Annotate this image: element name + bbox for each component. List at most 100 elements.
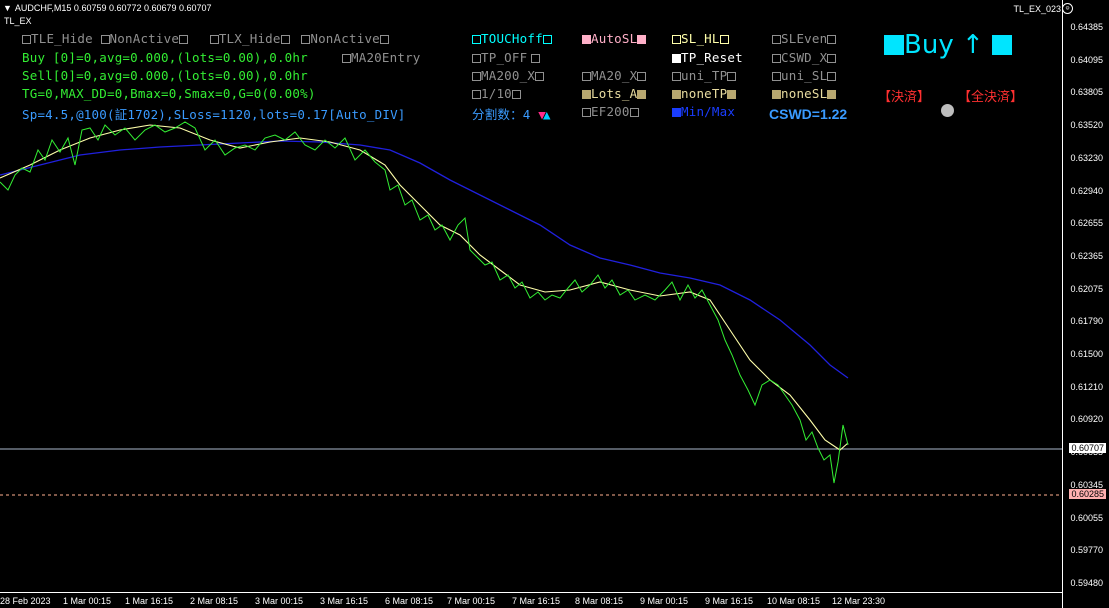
- checkbox-icon: [582, 90, 591, 99]
- one-tenth-button[interactable]: 1/10: [472, 86, 521, 101]
- uni-tp-button[interactable]: uni_TP: [672, 68, 737, 83]
- checkbox-icon: [772, 54, 781, 63]
- checkbox-icon: [727, 72, 737, 81]
- price-tick-label: 0.64385: [1070, 22, 1103, 32]
- ma20-line: [0, 124, 849, 451]
- price-tick-label: 0.62075: [1070, 283, 1103, 294]
- settle-button[interactable]: 【決済】: [878, 86, 930, 105]
- checkbox-icon[interactable]: [100, 35, 110, 44]
- checkbox-icon[interactable]: [22, 35, 31, 44]
- ma20entry-toggle[interactable]: MA20Entry: [342, 50, 421, 65]
- checkbox-icon[interactable]: [301, 35, 311, 44]
- checkbox-icon: [827, 54, 837, 63]
- checkbox-icon: [772, 72, 781, 81]
- tlx-hide[interactable]: TLX_Hide: [219, 31, 281, 46]
- panel-row1: TLE_Hide NonActive TLX_Hide NonActive: [22, 31, 389, 46]
- checkbox-icon[interactable]: [379, 35, 389, 44]
- time-tick-label: 7 Mar 00:15: [447, 596, 496, 606]
- checkbox-icon: [719, 35, 729, 44]
- cswd-x-button[interactable]: CSWD_X: [772, 50, 837, 65]
- price-tick-label: 0.63805: [1070, 87, 1103, 98]
- cswd-value: CSWD=1.22: [769, 106, 848, 122]
- time-tick-label: 6 Mar 08:15: [385, 596, 434, 606]
- ef200-button[interactable]: EF200: [582, 104, 639, 119]
- price-tick-label: 0.59770: [1070, 545, 1103, 556]
- checkbox-icon: [637, 72, 647, 81]
- checkbox-icon: [672, 108, 681, 117]
- nonactive-1[interactable]: NonActive: [110, 31, 180, 46]
- time-tick-label: 28 Feb 2023: [0, 596, 51, 606]
- uni-sl-button[interactable]: uni_SL: [772, 68, 837, 83]
- sp-status: Sp=4.5,@100(証1702),SLoss=1120,lots=0.17[…: [22, 107, 406, 122]
- time-tick-label: 9 Mar 00:15: [640, 596, 689, 606]
- price-line: [0, 121, 849, 484]
- none-tp-button[interactable]: noneTP: [672, 86, 737, 101]
- touch-off-button[interactable]: TOUCHoff: [472, 31, 552, 46]
- time-tick-label: 7 Mar 16:15: [512, 596, 561, 606]
- minmax-button[interactable]: Min/Max: [672, 104, 735, 119]
- checkbox-icon: [727, 90, 737, 99]
- checkbox-icon: [672, 72, 681, 81]
- none-sl-button[interactable]: noneSL: [772, 86, 837, 101]
- checkbox-icon: [542, 35, 552, 44]
- checkbox-icon: [637, 35, 647, 44]
- time-tick-label: 1 Mar 16:15: [125, 596, 174, 606]
- price-tick-label: 0.61790: [1070, 316, 1103, 327]
- autosl-button[interactable]: AutoSL: [582, 31, 647, 46]
- checkbox-icon: [511, 90, 521, 99]
- price-tick-label: 0.60055: [1070, 512, 1103, 523]
- checkbox-icon: [672, 54, 681, 63]
- checkbox-icon: [531, 54, 541, 63]
- price-tick-label: 0.61210: [1070, 381, 1103, 392]
- lots-a-button[interactable]: Lots_A: [582, 86, 647, 101]
- square-icon: [884, 35, 904, 55]
- checkbox-icon[interactable]: [179, 35, 189, 44]
- time-tick-label: 2 Mar 08:15: [190, 596, 239, 606]
- checkbox-icon: [772, 35, 781, 44]
- time-tick-label: 12 Mar 23:30: [832, 596, 886, 606]
- checkbox-icon: [672, 90, 681, 99]
- checkbox-icon: [582, 108, 591, 117]
- checkbox-icon: [472, 35, 481, 44]
- square-icon: [992, 35, 1013, 55]
- checkbox-icon: [472, 90, 481, 99]
- price-tick-label: 0.59480: [1070, 577, 1103, 588]
- checkbox-icon: [582, 35, 591, 44]
- checkbox-icon: [472, 54, 481, 63]
- time-tick-label: 3 Mar 00:15: [255, 596, 304, 606]
- price-tick-label: 0.61500: [1070, 349, 1103, 359]
- triangle-up-icon[interactable]: ▲: [543, 107, 551, 122]
- status-dot-icon[interactable]: [941, 104, 954, 117]
- tg-status: TG=0,MAX_DD=0,Bmax=0,Smax=0,G=0(0.00%): [22, 86, 316, 101]
- tle-hide[interactable]: TLE_Hide: [31, 31, 93, 46]
- price-tick-label: 0.62655: [1070, 218, 1103, 229]
- price-tick-label: 0.60920: [1070, 414, 1103, 425]
- checkbox-icon[interactable]: [280, 35, 290, 44]
- checkbox-icon: [772, 90, 781, 99]
- price-tick-label: 0.62365: [1070, 250, 1103, 261]
- sleven-button[interactable]: SLEven: [772, 31, 837, 46]
- checkbox-icon: [827, 90, 837, 99]
- nonactive-2[interactable]: NonActive: [310, 31, 380, 46]
- ma200-line: [0, 140, 849, 379]
- checkbox-icon[interactable]: [342, 54, 351, 63]
- checkbox-icon: [535, 72, 545, 81]
- checkbox-icon: [827, 72, 837, 81]
- stop-price-label: 0.60285: [1069, 489, 1106, 499]
- tp-reset-button[interactable]: TP_Reset: [672, 50, 743, 65]
- price-tick-label: 0.63520: [1070, 120, 1103, 131]
- time-axis: [0, 592, 1062, 593]
- ma20x-button[interactable]: MA20_X: [582, 68, 647, 83]
- time-tick-label: 10 Mar 08:15: [767, 596, 821, 606]
- settle-all-button[interactable]: 【全決済】: [958, 86, 1023, 105]
- checkbox-icon: [637, 90, 647, 99]
- time-tick-label: 8 Mar 08:15: [575, 596, 624, 606]
- tp-off-button[interactable]: TP_OFF: [472, 50, 541, 65]
- checkbox-icon[interactable]: [209, 35, 219, 44]
- checkbox-icon: [472, 72, 481, 81]
- ma200x-button[interactable]: MA200_X: [472, 68, 545, 83]
- buy-button[interactable]: Buy ↑: [884, 30, 1013, 60]
- sl-hl-button[interactable]: SL_HL: [672, 31, 729, 46]
- buy-status: Buy [0]=0,avg=0.000,(lots=0.00),0.0hr: [22, 50, 308, 65]
- division-count: 分割数：4 ▼▲: [472, 107, 551, 122]
